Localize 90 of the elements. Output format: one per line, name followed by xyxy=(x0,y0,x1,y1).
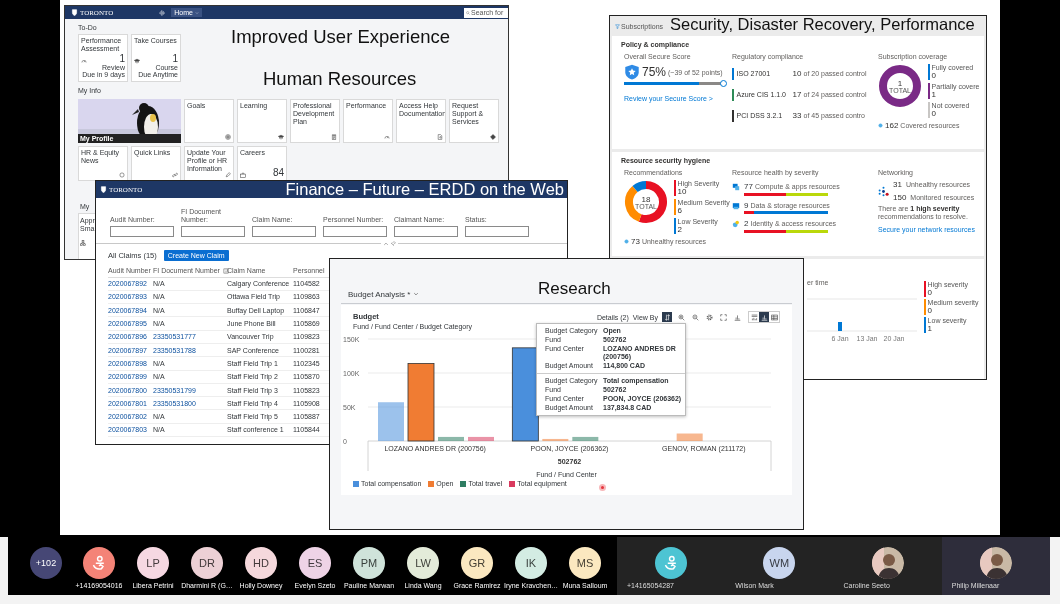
storage-icon xyxy=(732,201,740,210)
cube-icon xyxy=(624,239,629,244)
input-field[interactable] xyxy=(323,226,387,237)
donut-total: 18 xyxy=(641,195,651,204)
score-end-marker xyxy=(720,80,727,87)
pencil-icon xyxy=(225,172,231,179)
chart-table-button[interactable] xyxy=(749,312,759,322)
tile-count: 1 xyxy=(119,53,125,64)
score-value: 75% xyxy=(642,65,667,79)
fullscreen-button[interactable] xyxy=(718,312,728,322)
avatar: LW xyxy=(407,547,439,579)
participant-count[interactable]: +102 xyxy=(30,547,62,579)
resources-count: 162 xyxy=(885,121,899,130)
input-field[interactable] xyxy=(394,226,458,237)
input-field[interactable] xyxy=(252,226,316,237)
graduation-cap-icon xyxy=(134,57,140,64)
search-icon xyxy=(466,10,470,15)
link-icon xyxy=(172,172,178,178)
passed-count: 17 xyxy=(792,90,802,99)
avatar: IK xyxy=(515,547,547,579)
zoom-out-button[interactable] xyxy=(690,312,700,322)
slide-title: Research xyxy=(538,279,611,299)
avatar: GR xyxy=(461,547,493,579)
resources-count: 73 xyxy=(631,237,640,246)
chevron-down-icon xyxy=(194,10,199,15)
slide-title: Finance – Future – ERDD on the Web xyxy=(285,181,564,198)
passed-count: 10 xyxy=(792,69,802,78)
tile-count: 1 xyxy=(172,53,178,64)
identity-icon xyxy=(732,220,740,228)
input-field[interactable] xyxy=(110,226,174,237)
avatar: ES xyxy=(299,547,331,579)
circle-icon xyxy=(119,172,125,178)
slide-title: Improved User Experience xyxy=(231,26,450,48)
input-field[interactable] xyxy=(465,226,529,237)
table-button[interactable] xyxy=(769,312,779,322)
avatar: MS xyxy=(569,547,601,579)
clipboard-icon xyxy=(331,134,337,140)
chevron-down-icon xyxy=(413,291,420,297)
shield-icon xyxy=(624,64,640,80)
legend-value: 0 xyxy=(931,110,938,118)
filter-icon xyxy=(615,23,620,29)
network-count: 150 xyxy=(893,193,907,202)
collapse-icon xyxy=(383,241,389,247)
org-chart-icon xyxy=(80,240,86,247)
legend-value: 0 xyxy=(931,72,937,80)
server-icon xyxy=(732,183,740,191)
chart-button[interactable] xyxy=(759,312,769,322)
diamond-icon xyxy=(490,134,496,140)
zoom-in-button[interactable] xyxy=(676,312,686,322)
donut-segment xyxy=(879,65,921,107)
pointer-highlight-icon xyxy=(599,484,606,491)
legend-value: 6 xyxy=(677,207,684,215)
phone-person-icon xyxy=(91,555,107,571)
avatar: HD xyxy=(245,547,277,579)
legend-value: 0 xyxy=(927,307,934,315)
pin-icon xyxy=(391,241,396,246)
slide-subtitle: Human Resources xyxy=(263,68,417,90)
avatar: DR xyxy=(191,547,223,579)
avatar: LP xyxy=(137,547,169,579)
view-selector[interactable]: Budget Analysis * xyxy=(348,289,420,299)
gauge-icon xyxy=(384,134,390,140)
donut-total: 1 xyxy=(897,79,903,88)
crest-icon xyxy=(71,9,78,16)
slide-title: Security, Disaster Recovery, Performance xyxy=(670,15,975,34)
settings-button[interactable] xyxy=(704,312,714,322)
target-icon xyxy=(225,134,231,140)
resource-count: 9 xyxy=(744,200,749,210)
resource-count: 77 xyxy=(744,182,753,191)
chart-button[interactable] xyxy=(732,312,742,322)
tile-count: 84 xyxy=(272,168,284,178)
cube-icon xyxy=(878,123,883,128)
legend-value: 1 xyxy=(927,325,934,333)
network-icon xyxy=(878,185,889,197)
settings-icon xyxy=(159,9,166,16)
sort-button[interactable] xyxy=(662,312,672,322)
legend-value: 1 xyxy=(931,91,937,99)
graduation-cap-icon xyxy=(278,134,284,140)
avatar: WM xyxy=(763,547,796,579)
input-field[interactable] xyxy=(181,226,245,237)
document-icon xyxy=(437,134,443,140)
gauge-icon xyxy=(81,57,87,64)
network-count: 31 xyxy=(893,180,902,189)
crest-icon xyxy=(100,186,107,193)
legend-value: 0 xyxy=(927,289,933,297)
resource-count: 2 xyxy=(744,219,749,228)
avatar: PM xyxy=(353,547,385,579)
passed-count: 33 xyxy=(792,111,802,120)
legend-value: 2 xyxy=(677,226,684,234)
legend-value: 10 xyxy=(677,188,687,196)
bag-icon xyxy=(240,172,246,178)
